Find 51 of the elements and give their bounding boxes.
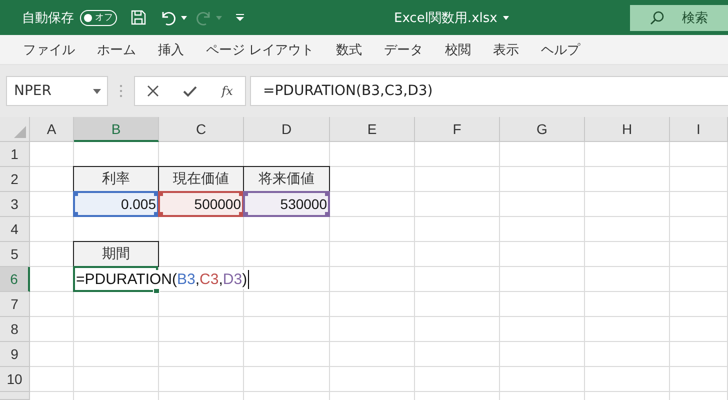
- row-header[interactable]: 9: [0, 342, 30, 367]
- row-header[interactable]: 6: [0, 267, 30, 292]
- menu-tab[interactable]: 表示: [482, 40, 530, 58]
- table-cell: 期間: [73, 241, 159, 267]
- insert-function-button[interactable]: fx: [222, 84, 233, 98]
- column-header[interactable]: D: [244, 117, 330, 142]
- formula-field[interactable]: =PDURATION(B3,C3,D3): [250, 76, 728, 106]
- caret-icon[interactable]: [503, 16, 510, 20]
- table-cell: 現在価値: [158, 166, 244, 192]
- search-box[interactable]: 検索: [630, 4, 728, 30]
- autosave-toggle[interactable]: オフ: [80, 10, 117, 26]
- table-cell: 0.005: [73, 191, 159, 217]
- row-header[interactable]: 10: [0, 367, 30, 392]
- row-header[interactable]: 7: [0, 292, 30, 317]
- row-header[interactable]: 8: [0, 317, 30, 342]
- menu-tab[interactable]: 校閲: [434, 40, 482, 58]
- row-header[interactable]: 5: [0, 242, 30, 267]
- menu-tab[interactable]: データ: [373, 40, 434, 58]
- column-header[interactable]: A: [30, 117, 74, 142]
- name-box[interactable]: NPER: [6, 76, 108, 106]
- menu-tab[interactable]: 数式: [325, 40, 374, 58]
- table-cell: 利率: [73, 166, 159, 192]
- menu-tab[interactable]: ページ レイアウト: [195, 40, 326, 58]
- column-header[interactable]: I: [670, 117, 728, 142]
- undo-icon[interactable]: [160, 10, 177, 26]
- search-icon: [650, 10, 664, 24]
- menu-tab[interactable]: ホーム: [86, 40, 147, 58]
- table-cell: 500000: [158, 191, 244, 217]
- row-header[interactable]: 4: [0, 217, 30, 242]
- row-header[interactable]: 1: [0, 142, 30, 167]
- check-icon[interactable]: [183, 86, 198, 96]
- menu-tab[interactable]: ファイル: [12, 40, 86, 58]
- file-title[interactable]: Excel関数用.xlsx: [394, 8, 510, 26]
- column-header[interactable]: H: [585, 117, 670, 142]
- menu-tab[interactable]: 挿入: [147, 40, 195, 58]
- column-header[interactable]: C: [159, 117, 244, 142]
- dropdown-icon[interactable]: [93, 88, 101, 94]
- customize-icon[interactable]: [236, 14, 244, 21]
- column-header[interactable]: G: [500, 117, 585, 142]
- row-header[interactable]: 2: [0, 167, 30, 192]
- column-header[interactable]: E: [330, 117, 415, 142]
- table-cell: 将来価値: [243, 166, 330, 192]
- caret-icon[interactable]: [181, 16, 187, 20]
- column-header[interactable]: F: [415, 117, 500, 142]
- column-header[interactable]: B: [74, 117, 159, 142]
- save-icon[interactable]: [131, 10, 146, 25]
- table-cell: 530000: [243, 191, 330, 217]
- row-header[interactable]: 3: [0, 192, 30, 217]
- menu-tab[interactable]: ヘルプ: [530, 40, 592, 58]
- close-icon[interactable]: [147, 85, 160, 97]
- autosave-label: 自動保存: [22, 10, 74, 26]
